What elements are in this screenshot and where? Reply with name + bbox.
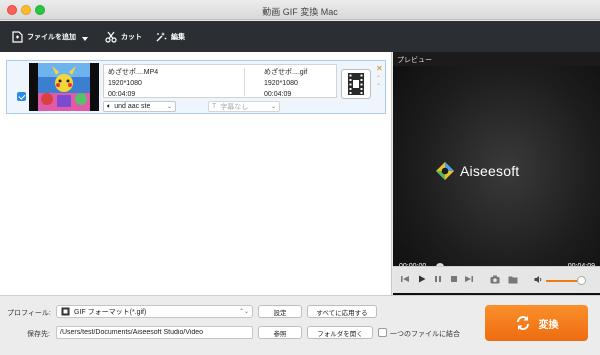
subtitle-value: 字幕なし — [220, 103, 249, 111]
pause-icon[interactable] — [434, 275, 442, 283]
play-icon[interactable] — [418, 275, 426, 283]
volume-handle[interactable] — [577, 276, 586, 285]
add-file-label: ファイルを追加 — [27, 34, 76, 41]
convert-button[interactable]: 変換 — [485, 305, 588, 341]
add-file-dropdown[interactable] — [82, 32, 92, 46]
info-divider — [244, 68, 245, 96]
window-title: 動画 GIF 変換 Mac — [262, 7, 338, 17]
skip-forward-icon[interactable] — [465, 275, 473, 283]
output-format-button[interactable] — [341, 69, 371, 99]
profile-value: GIF フォーマット(*.gif) — [74, 308, 147, 316]
destination-path-input[interactable] — [56, 326, 253, 339]
scissors-icon — [105, 31, 117, 43]
chevron-down-icon: ⌄ — [166, 104, 172, 110]
skip-back-icon[interactable] — [401, 275, 409, 283]
file-list: めざせポ....MP4 1920*1080 00:04:09 めざせポ....g… — [0, 52, 392, 295]
stop-icon[interactable] — [450, 275, 458, 283]
convert-label: 変換 — [538, 319, 559, 331]
source-filename: めざせポ....MP4 — [108, 69, 159, 76]
output-resolution: 1920*1080 — [264, 80, 298, 87]
video-player[interactable]: Aiseesoft 00:00:00 00:04:09 — [393, 66, 600, 296]
cut-button[interactable]: カット — [105, 30, 142, 44]
chevron-updown-icon: ⌃⌄ — [238, 309, 249, 315]
profile-label: プロフィール: — [7, 310, 51, 317]
speaker-icon: 🔈︎ — [107, 102, 112, 110]
toolbar: ファイルを追加 カット 編集 — [0, 21, 600, 52]
edit-label: 編集 — [171, 34, 185, 41]
preview-panel: プレビュー Aiseesoft 00:00:00 00:04:09 — [393, 52, 600, 296]
add-file-button[interactable]: ファイルを追加 — [12, 30, 76, 44]
title-bar: 動画 GIF 変換 Mac — [0, 0, 600, 20]
folder-icon[interactable] — [508, 275, 518, 284]
open-folder-button[interactable]: フォルダを開く — [307, 326, 373, 339]
remove-file-button[interactable]: ✕ — [376, 64, 383, 73]
output-duration: 00:04:09 — [264, 91, 292, 98]
volume-icon[interactable] — [534, 275, 543, 284]
playback-controls — [393, 266, 600, 293]
brand-text: Aiseesoft — [460, 163, 520, 179]
volume-fill — [546, 280, 577, 282]
source-duration: 00:04:09 — [108, 91, 136, 98]
profile-select[interactable]: GIF フォーマット(*.gif) ⌃⌄ — [56, 305, 253, 318]
audio-track-select[interactable]: 🔈︎ und aac ste ⌄ — [103, 101, 176, 112]
output-settings-panel: プロフィール: GIF フォーマット(*.gif) ⌃⌄ 設定 すべてに応用する… — [0, 295, 600, 355]
gif-film-icon — [348, 73, 364, 95]
output-info: めざせポ....gif 1920*1080 00:04:09 — [264, 67, 307, 100]
merge-label: 一つのファイルに結合 — [390, 331, 460, 338]
brand-logo: Aiseesoft — [435, 161, 519, 181]
file-info-box: めざせポ....MP4 1920*1080 00:04:09 めざせポ....g… — [103, 64, 337, 98]
preview-label: プレビュー — [397, 57, 432, 64]
audio-track-value: und aac ste — [114, 103, 151, 110]
settings-button[interactable]: 設定 — [258, 305, 302, 318]
output-filename: めざせポ....gif — [264, 69, 308, 76]
magic-wand-icon — [156, 32, 167, 42]
reorder-arrows[interactable]: ⌃ ⌄ — [376, 76, 381, 87]
cut-label: カット — [121, 34, 142, 41]
source-info: めざせポ....MP4 1920*1080 00:04:09 — [108, 67, 158, 100]
file-list-item[interactable]: めざせポ....MP4 1920*1080 00:04:09 めざせポ....g… — [6, 60, 386, 114]
destination-label: 保存先: — [27, 331, 50, 338]
gif-format-icon — [61, 307, 70, 316]
aiseesoft-logo-icon — [436, 162, 454, 180]
snapshot-icon[interactable] — [490, 275, 500, 284]
file-checkbox[interactable] — [17, 92, 26, 101]
text-icon: T — [212, 103, 217, 110]
source-resolution: 1920*1080 — [108, 80, 142, 87]
browse-button[interactable]: 参照 — [258, 326, 302, 339]
convert-arrows-icon — [516, 316, 529, 330]
merge-checkbox[interactable] — [378, 328, 387, 337]
subtitle-select[interactable]: T 字幕なし ⌄ — [208, 101, 280, 112]
apply-to-all-button[interactable]: すべてに応用する — [307, 305, 377, 318]
video-thumbnail[interactable] — [29, 63, 99, 111]
add-file-icon — [12, 31, 23, 43]
chevron-down-icon: ⌄ — [270, 104, 276, 110]
chevron-down-icon — [82, 37, 88, 41]
edit-button[interactable]: 編集 — [155, 30, 185, 44]
